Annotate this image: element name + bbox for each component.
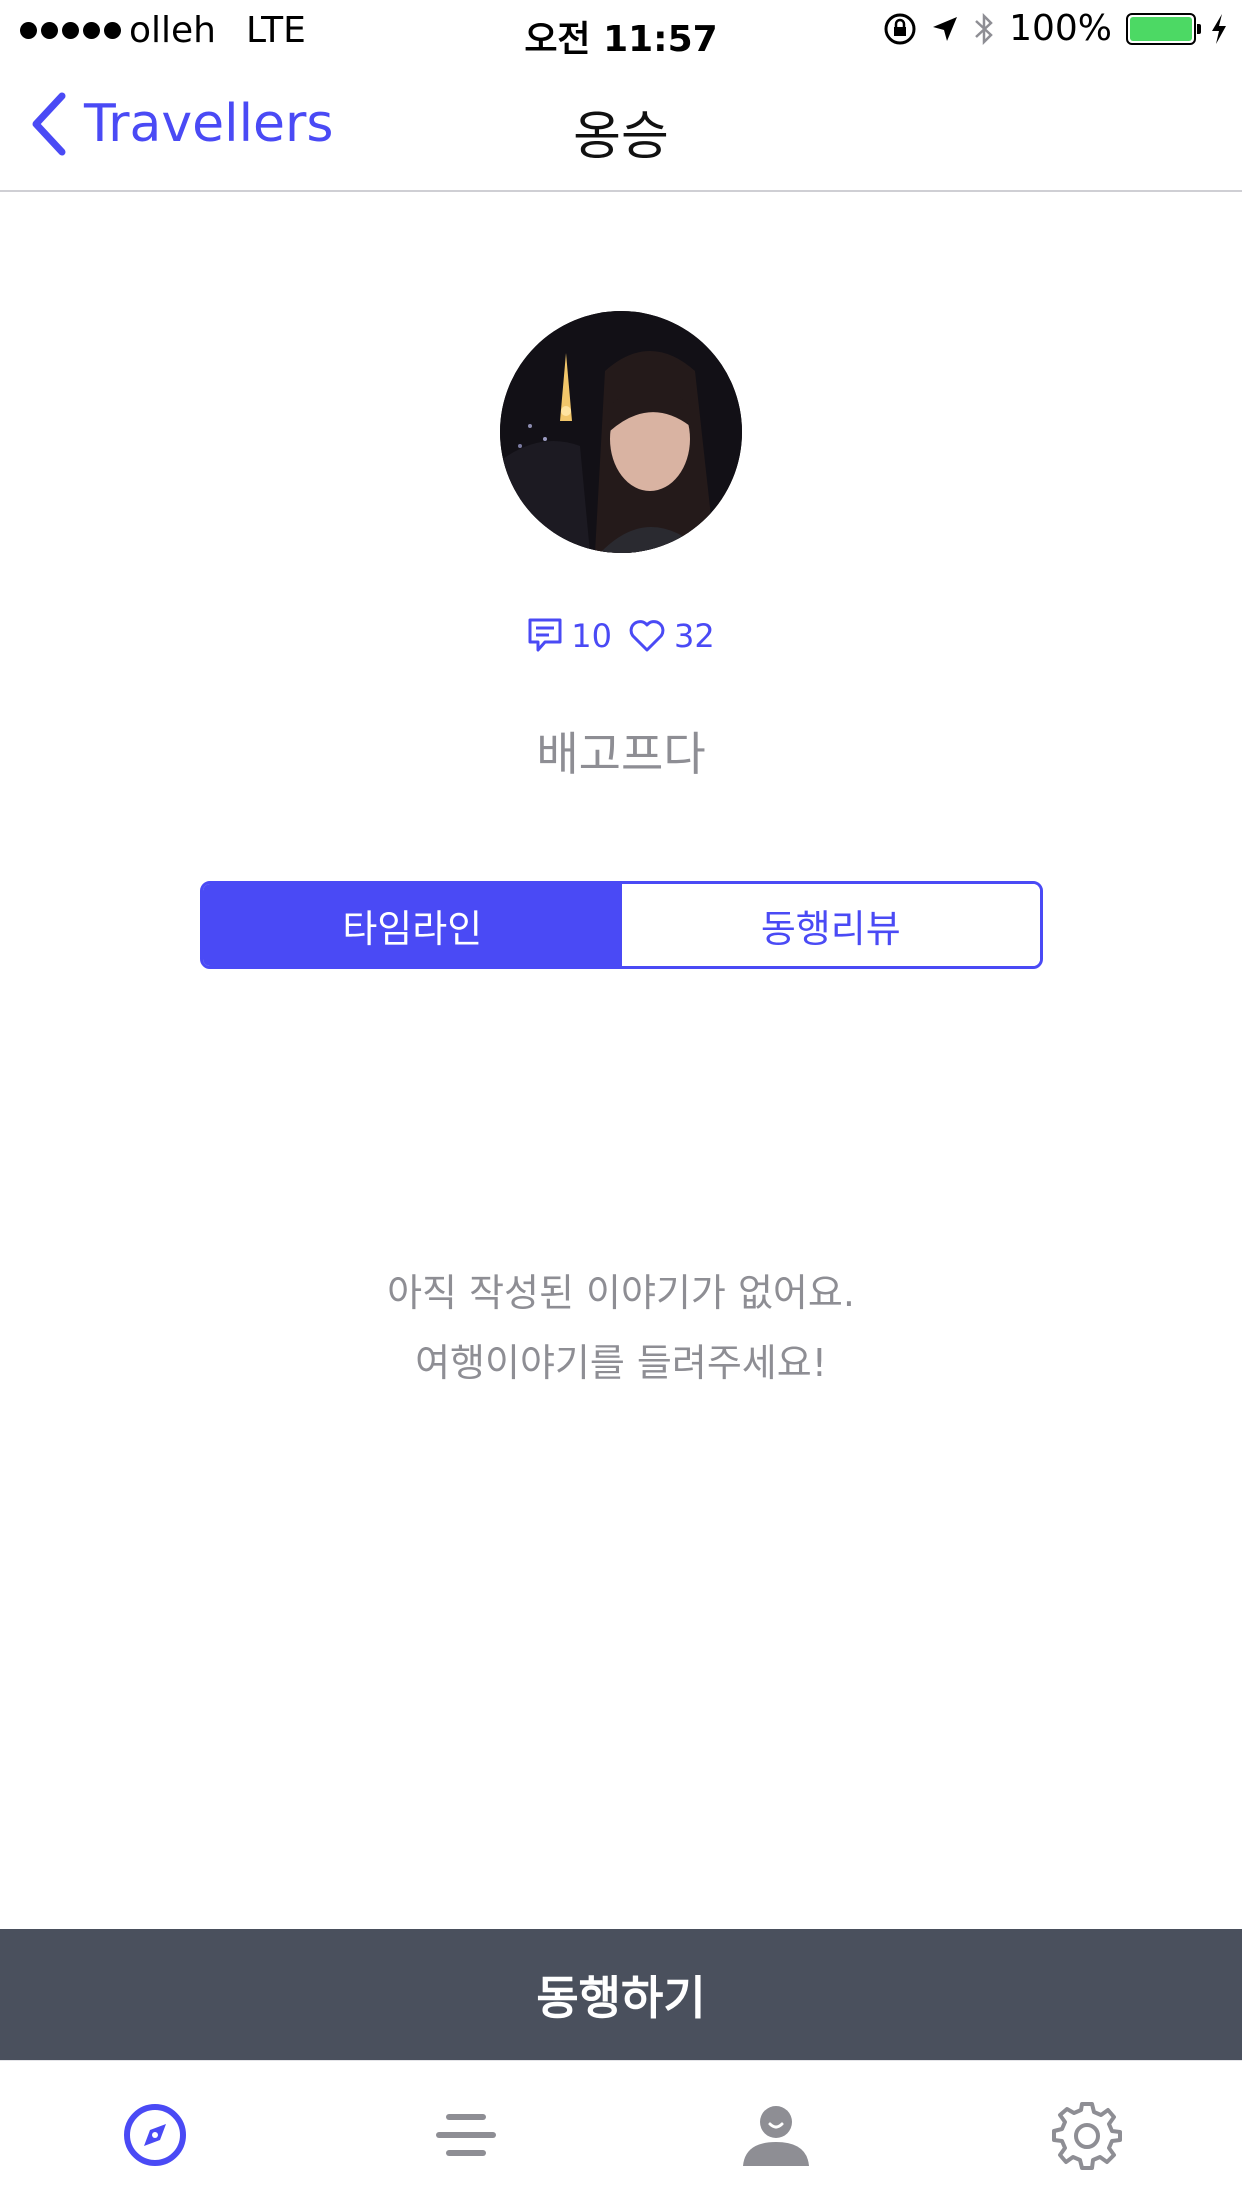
tab-explore[interactable] [0,2061,311,2208]
battery-percent: 100% [1009,8,1112,49]
charging-icon [1212,13,1226,44]
avatar-photo [500,311,742,553]
likes-count: 32 [674,617,715,655]
location-icon [933,16,958,41]
comment-icon [528,618,562,652]
accompany-button[interactable]: 동행하기 [0,1929,1242,2060]
tab-profile[interactable] [621,2061,932,2208]
tab-reviews[interactable]: 동행리뷰 [621,884,1040,966]
profile-stats: 10 32 [0,617,1242,655]
heart-icon [629,620,665,652]
tab-feed[interactable] [311,2061,622,2208]
status-right: 100% [883,8,1228,49]
tab-timeline[interactable]: 타임라인 [203,884,622,966]
avatar [500,311,742,553]
empty-state-line1: 아직 작성된 이야기가 없어요. [387,1271,855,1315]
compass-icon [124,2103,187,2166]
profile-username: 배고프다 [536,727,706,781]
bluetooth-icon [975,12,993,45]
tab-settings[interactable] [932,2061,1242,2208]
comments-stat: 10 [527,617,612,655]
tab-bar [0,2060,1242,2208]
menu-icon [435,2113,496,2156]
likes-stat: 32 [628,617,715,655]
gear-icon [1051,2101,1122,2170]
page-title: 옹승 [573,107,669,167]
empty-state-line2: 여행이야기를 들려주세요! [415,1341,827,1385]
profile-icon [743,2105,810,2166]
segmented-control: 타임라인 동행리뷰 [200,881,1043,969]
navigation-bar: Travellers 옹승 [0,62,1242,192]
battery-icon [1126,12,1201,45]
status-bar: olleh LTE 오전 11:57 100% [0,0,1242,62]
empty-state: 아직 작성된 이야기가 없어요. 여행이야기를 들려주세요! [0,1258,1242,1398]
orientation-lock-icon [884,13,916,44]
comments-count: 10 [571,617,612,655]
